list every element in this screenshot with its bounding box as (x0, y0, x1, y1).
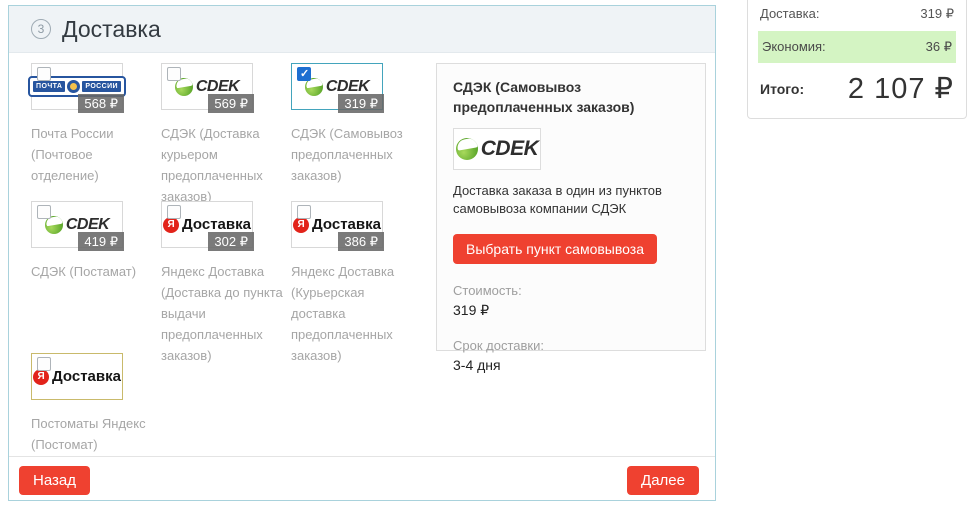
order-summary-panel: Доставка: 319 ₽ Экономия: 36 ₽ Итого: 2 … (747, 0, 967, 119)
checkout-delivery-page: 3 Доставка ПОЧТА РОССИИ 568 ₽ Почта Росс… (0, 0, 972, 508)
price-badge: 419 ₽ (78, 232, 124, 251)
cdek-logo: CDEK (45, 216, 109, 234)
cdek-logo-text: CDEK (326, 78, 369, 96)
summary-total-row: Итого: 2 107 ₽ (748, 63, 966, 106)
delivery-step-panel: 3 Доставка ПОЧТА РОССИИ 568 ₽ Почта Росс… (8, 5, 716, 501)
checkbox-unchecked-icon[interactable] (167, 67, 181, 81)
yandex-logo-text: Доставка (312, 216, 381, 233)
option-caption: Яндекс Доставка (Курьерская доставка пре… (291, 261, 419, 366)
delivery-option-tile[interactable]: ПОЧТА РОССИИ 568 ₽ (31, 63, 123, 110)
summary-savings-row: Экономия: 36 ₽ (758, 31, 956, 63)
price-badge: 302 ₽ (208, 232, 254, 251)
cdek-logo: CDEK (175, 78, 239, 96)
next-button[interactable]: Далее (627, 466, 699, 495)
checkbox-unchecked-icon[interactable] (37, 205, 51, 219)
summary-savings-label: Экономия: (760, 39, 828, 55)
cdek-ball-icon (456, 138, 478, 160)
detail-description: Доставка заказа в один из пунктов самовы… (453, 182, 689, 220)
summary-delivery-value: 319 ₽ (920, 6, 954, 22)
price-badge: 569 ₽ (208, 94, 254, 113)
delivery-option-tile[interactable]: Я Доставка 302 ₽ (161, 201, 253, 248)
page-title: Доставка (62, 16, 161, 43)
pochta-logo-text: ПОЧТА (33, 81, 65, 92)
detail-title: СДЭК (Самовывоз предоплаченных заказов) (453, 77, 689, 118)
delivery-option-tile-selected[interactable]: CDEK 319 ₽ (291, 63, 383, 110)
option-caption: СДЭК (Самовывоз предоплаченных заказов) (291, 123, 419, 186)
summary-total-value: 2 107 ₽ (848, 71, 954, 106)
option-caption: Яндекс Доставка (Доставка до пункта выда… (161, 261, 289, 366)
delivery-step-header: 3 Доставка (9, 6, 715, 53)
back-button[interactable]: Назад (19, 466, 90, 495)
price-badge: 568 ₽ (78, 94, 124, 113)
cdek-logo-text: CDEK (481, 137, 539, 161)
checkbox-unchecked-icon[interactable] (37, 67, 51, 81)
delivery-option-yandex-courier[interactable]: Я Доставка 386 ₽ Яндекс Доставка (Курьер… (291, 201, 419, 366)
price-badge: 319 ₽ (338, 94, 384, 113)
option-caption: Почта России (Почтовое отделение) (31, 123, 159, 186)
checkbox-unchecked-icon[interactable] (167, 205, 181, 219)
selected-option-detail-panel: СДЭК (Самовывоз предоплаченных заказов) … (436, 63, 706, 351)
yandex-logo-text: Доставка (182, 216, 251, 233)
summary-delivery-label: Доставка: (760, 6, 819, 22)
delivery-option-pochta[interactable]: ПОЧТА РОССИИ 568 ₽ Почта России (Почтово… (31, 63, 159, 186)
delivery-option-tile[interactable]: Я Доставка 386 ₽ (291, 201, 383, 248)
delivery-option-cdek-pickup-selected[interactable]: CDEK 319 ₽ СДЭК (Самовывоз предоплаченны… (291, 63, 419, 186)
step-footer: Назад Далее (9, 456, 715, 500)
cdek-logo: CDEK (456, 137, 539, 161)
delivery-time-label: Срок доставки: (453, 338, 689, 353)
option-caption: СДЭК (Доставка курьером предоплаченных з… (161, 123, 289, 207)
checkbox-unchecked-icon[interactable] (37, 357, 51, 371)
option-caption: Постоматы Яндекс (Постомат) (31, 413, 159, 455)
summary-savings-value: 36 ₽ (924, 39, 954, 55)
delivery-option-tile[interactable]: CDEK 569 ₽ (161, 63, 253, 110)
cdek-logo-text: CDEK (66, 216, 109, 234)
delivery-option-cdek-postamat[interactable]: CDEK 419 ₽ СДЭК (Постамат) (31, 201, 159, 282)
delivery-option-cdek-courier[interactable]: CDEK 569 ₽ СДЭК (Доставка курьером предо… (161, 63, 289, 207)
summary-delivery-row: Доставка: 319 ₽ (748, 6, 966, 22)
delivery-time-value: 3-4 дня (453, 357, 689, 373)
cdek-logo: CDEK (305, 78, 369, 96)
price-badge: 386 ₽ (338, 232, 384, 251)
pochta-logo-text: РОССИИ (82, 81, 121, 92)
choose-pickup-point-button[interactable]: Выбрать пункт самовывоза (453, 234, 657, 264)
detail-logo-box: CDEK (453, 128, 541, 170)
yandex-logo-text: Доставка (52, 368, 121, 385)
delivery-option-yandex-postamat[interactable]: Я Доставка Постоматы Яндекс (Постомат) (31, 353, 159, 455)
summary-total-label: Итого: (760, 81, 804, 97)
cdek-logo-text: CDEK (196, 78, 239, 96)
delivery-option-tile[interactable]: Я Доставка (31, 353, 123, 400)
delivery-option-tile[interactable]: CDEK 419 ₽ (31, 201, 123, 248)
option-caption: СДЭК (Постамат) (31, 261, 159, 282)
cost-label: Стоимость: (453, 283, 689, 298)
pochta-emblem-icon (67, 80, 80, 93)
delivery-option-yandex-pvz[interactable]: Я Доставка 302 ₽ Яндекс Доставка (Достав… (161, 201, 289, 366)
checkbox-checked-icon[interactable] (297, 67, 311, 81)
checkbox-unchecked-icon[interactable] (297, 205, 311, 219)
step-number-icon: 3 (31, 19, 51, 39)
cost-value: 319 ₽ (453, 302, 689, 319)
